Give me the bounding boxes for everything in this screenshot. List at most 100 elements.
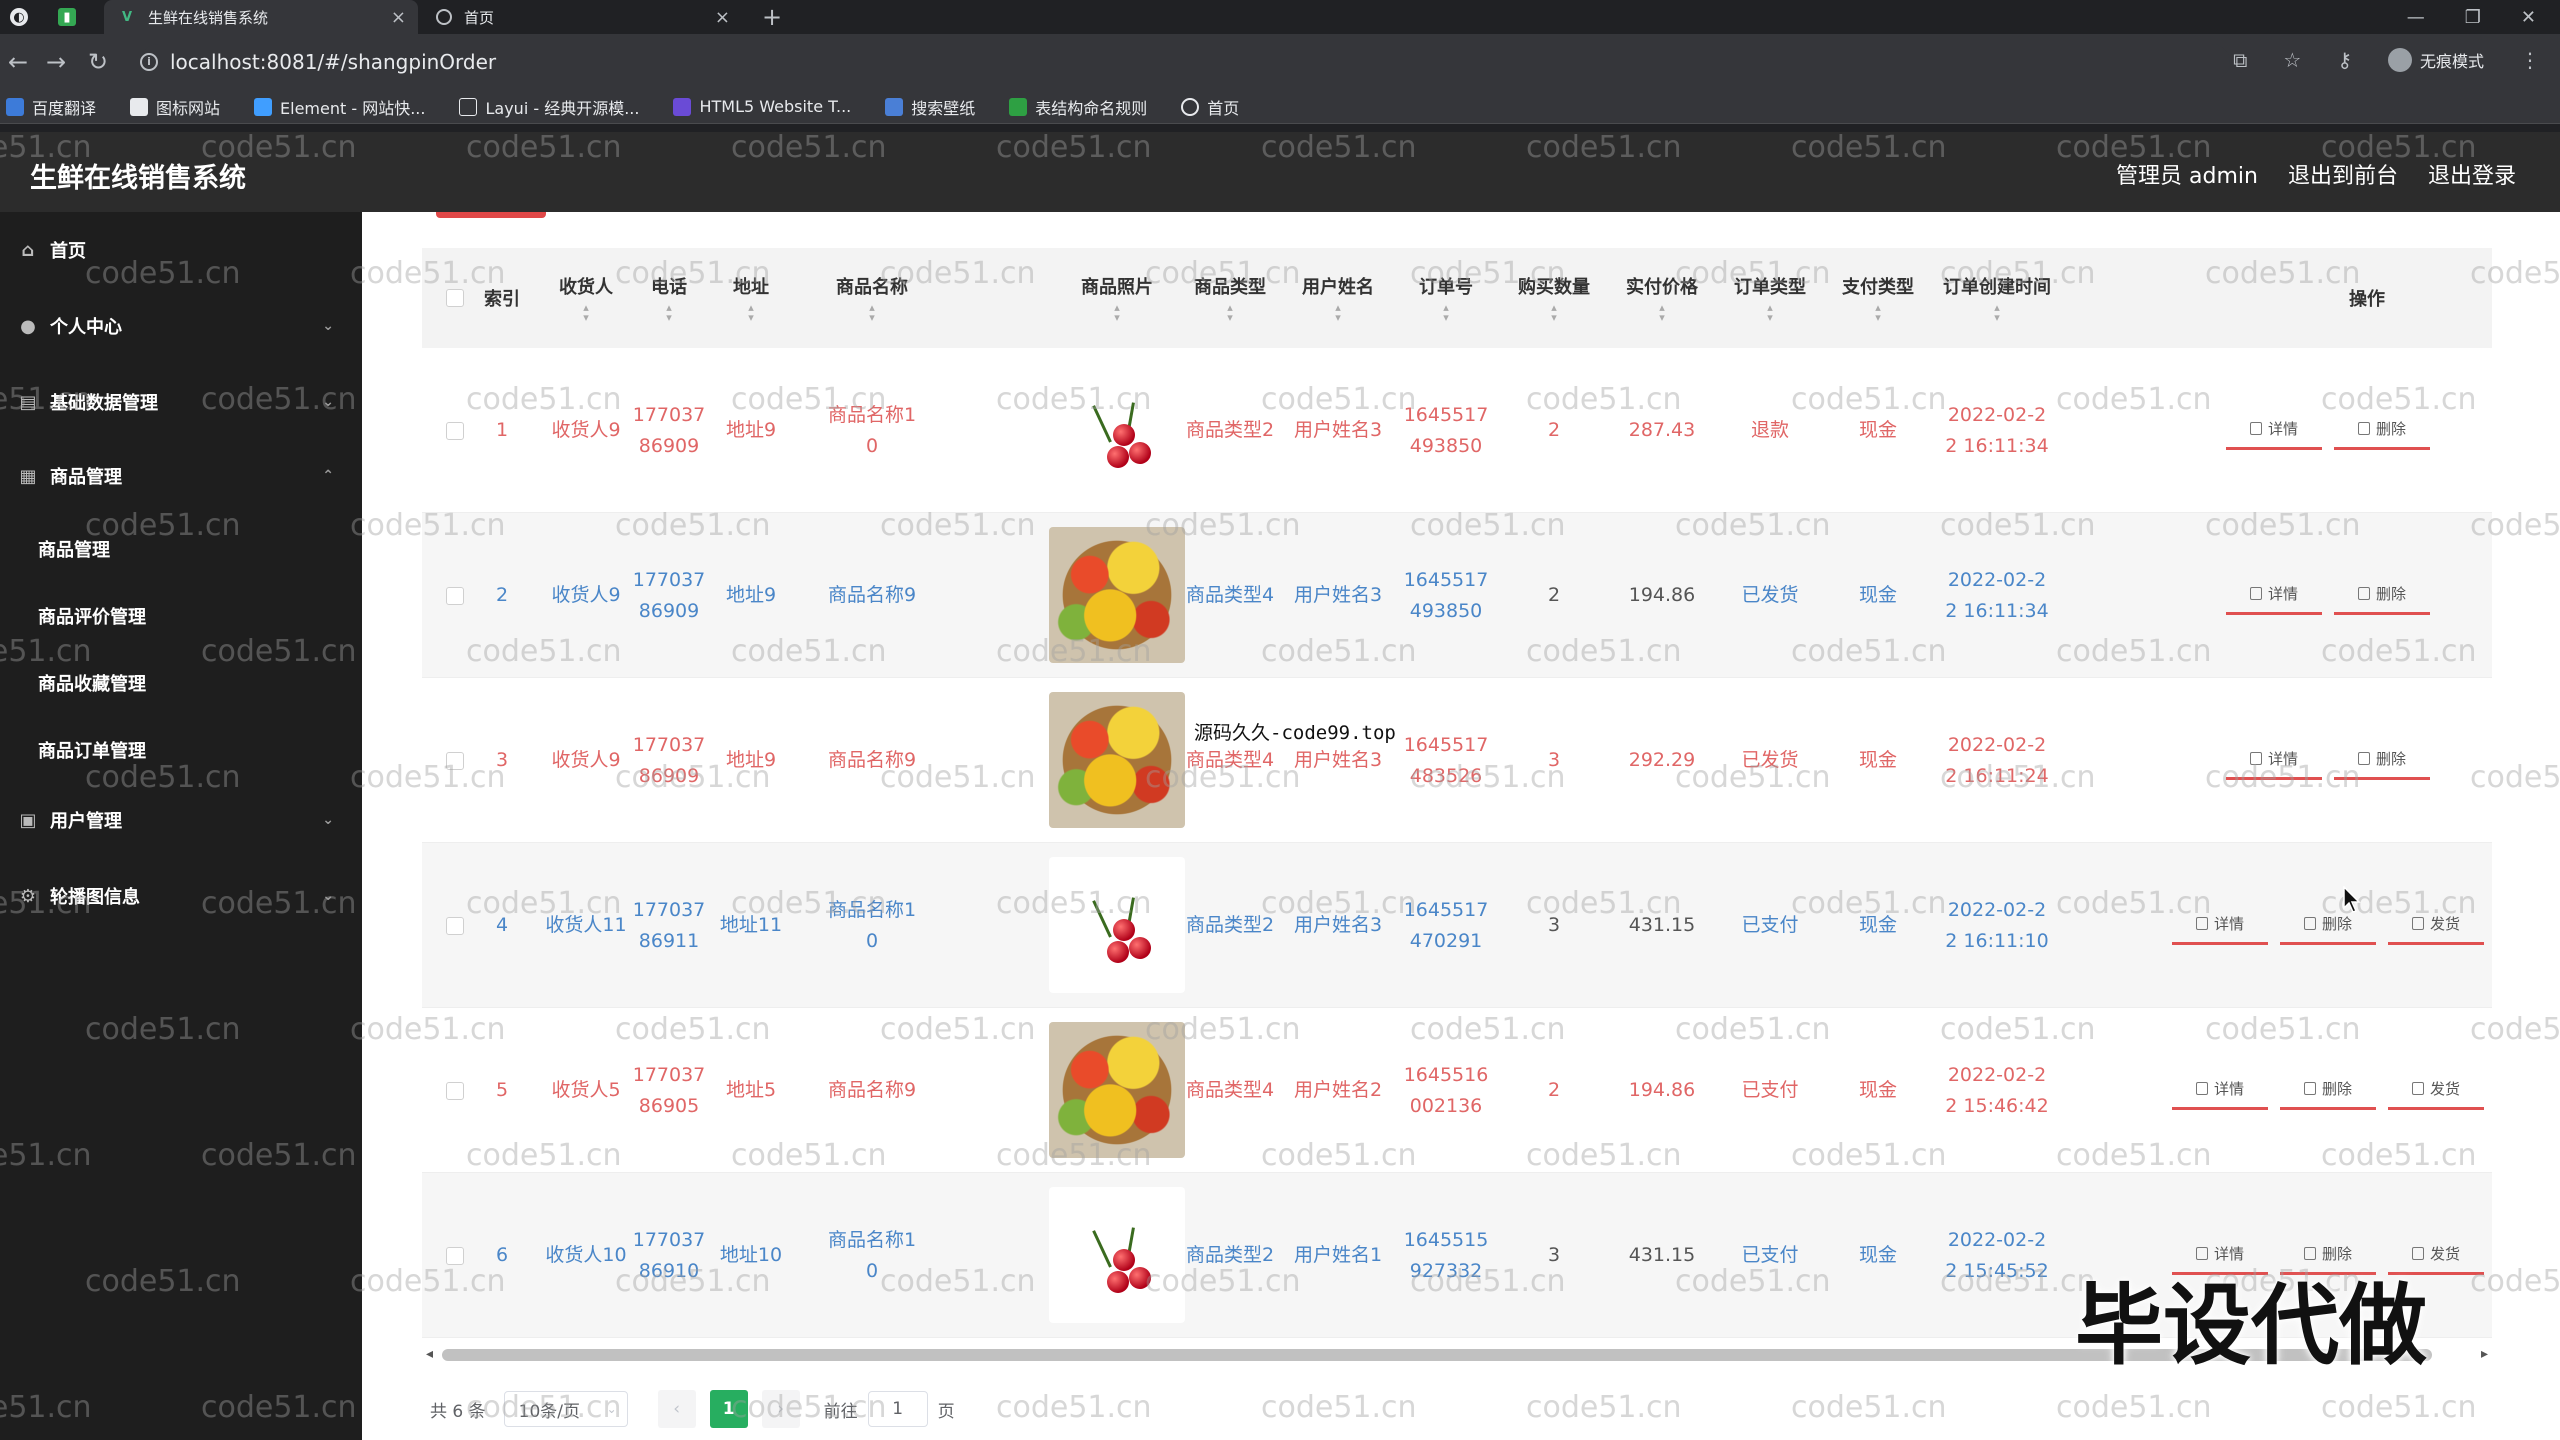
back-to-frontend-link[interactable]: 退出到前台 bbox=[2288, 158, 2398, 190]
column-header-pay[interactable]: 支付类型 ▴ ▾ bbox=[1830, 248, 1926, 348]
browser-menu-icon[interactable]: ◐ bbox=[10, 0, 50, 34]
sort-caret-icon[interactable]: ▴ ▾ bbox=[666, 302, 672, 323]
cell-user: 用户姓名3 bbox=[1293, 914, 1383, 936]
column-header-user[interactable]: 用户姓名 ▴ ▾ bbox=[1290, 248, 1386, 348]
tab-group-icon[interactable]: ▮ bbox=[58, 0, 98, 34]
forward-icon[interactable]: → bbox=[46, 48, 66, 76]
sidebar-subitem-favorites[interactable]: 商品收藏管理 bbox=[38, 670, 146, 696]
row-checkbox[interactable] bbox=[446, 422, 464, 440]
column-header-created[interactable]: 订单创建时间 ▴ ▾ bbox=[1942, 248, 2052, 348]
sort-caret-icon[interactable]: ▴ ▾ bbox=[1659, 302, 1665, 323]
sort-caret-icon[interactable]: ▴ ▾ bbox=[1767, 302, 1773, 323]
sidebar-item-profile[interactable]: ● 个人中心 ⌄ bbox=[0, 296, 362, 356]
product-photo[interactable] bbox=[1049, 1187, 1185, 1323]
close-window-icon[interactable]: ✕ bbox=[2521, 7, 2536, 28]
close-tab-icon[interactable]: × bbox=[715, 7, 730, 28]
product-photo[interactable] bbox=[1049, 857, 1185, 993]
sort-caret-icon[interactable]: ▴ ▾ bbox=[1875, 302, 1881, 323]
bookmark-item[interactable]: 百度翻译 bbox=[6, 95, 96, 119]
goto-page-input[interactable]: 1 bbox=[867, 1391, 928, 1427]
select-all-checkbox[interactable] bbox=[446, 289, 464, 307]
key-icon[interactable]: ⚷ bbox=[2337, 48, 2352, 72]
product-photo[interactable] bbox=[1049, 1022, 1185, 1158]
bookmark-item[interactable]: 图标网站 bbox=[130, 95, 220, 119]
product-photo[interactable] bbox=[1049, 362, 1185, 498]
cell-address: 地址9 bbox=[725, 584, 777, 606]
scroll-left-icon[interactable]: ◂ bbox=[426, 1346, 433, 1362]
detail-button[interactable]: 详情 bbox=[2172, 905, 2268, 945]
sidebar-item-carousel[interactable]: ⚙ 轮播图信息 ⌄ bbox=[0, 866, 362, 926]
row-checkbox[interactable] bbox=[446, 752, 464, 770]
ship-button[interactable]: 发货 bbox=[2388, 905, 2484, 945]
scroll-right-icon[interactable]: ▸ bbox=[2481, 1346, 2488, 1362]
column-header-address[interactable]: 地址 ▴ ▾ bbox=[712, 248, 790, 348]
sidebar-subitem-reviews[interactable]: 商品评价管理 bbox=[38, 603, 146, 629]
row-checkbox[interactable] bbox=[446, 1247, 464, 1265]
sort-caret-icon[interactable]: ▴ ▾ bbox=[748, 302, 754, 323]
product-photo[interactable] bbox=[1049, 692, 1185, 828]
sort-caret-icon[interactable]: ▴ ▾ bbox=[1227, 302, 1233, 323]
bookmark-item[interactable]: Layui - 经典开源模... bbox=[459, 95, 639, 119]
minimize-icon[interactable]: — bbox=[2407, 7, 2425, 28]
sort-caret-icon[interactable]: ▴ ▾ bbox=[1994, 302, 2000, 323]
bookmark-item[interactable]: 搜索壁纸 bbox=[885, 95, 975, 119]
sidebar-item-products[interactable]: ▦ 商品管理 ⌃ bbox=[0, 446, 362, 506]
row-checkbox[interactable] bbox=[446, 917, 464, 935]
detail-button[interactable]: 详情 bbox=[2172, 1070, 2268, 1110]
new-tab-icon[interactable]: + bbox=[762, 0, 792, 34]
kebab-menu-icon[interactable]: ⋮ bbox=[2520, 48, 2540, 72]
reload-icon[interactable]: ↻ bbox=[88, 48, 108, 76]
page-size-select[interactable]: 10条/页 ⌄ bbox=[503, 1391, 628, 1427]
column-header-order_no[interactable]: 订单号 ▴ ▾ bbox=[1398, 248, 1494, 348]
sort-caret-icon[interactable]: ▴ ▾ bbox=[869, 302, 875, 323]
sidebar-subitem-orders[interactable]: 商品订单管理 bbox=[38, 737, 146, 763]
page-number-current[interactable]: 1 bbox=[709, 1390, 748, 1428]
column-header-qty[interactable]: 购买数量 ▴ ▾ bbox=[1506, 248, 1602, 348]
close-tab-icon[interactable]: × bbox=[391, 7, 406, 28]
prev-page-button[interactable]: ‹ bbox=[657, 1390, 696, 1428]
column-header-receiver[interactable]: 收货人 ▴ ▾ bbox=[538, 248, 634, 348]
site-info-icon[interactable]: i bbox=[140, 53, 158, 71]
product-photo[interactable] bbox=[1049, 527, 1185, 663]
sidebar-item-base-data[interactable]: ▤ 基础数据管理 ⌄ bbox=[0, 372, 362, 432]
bookmark-item[interactable]: Element - 网站快... bbox=[254, 95, 425, 119]
detail-button[interactable]: 详情 bbox=[2226, 575, 2322, 615]
sort-caret-icon[interactable]: ▴ ▾ bbox=[583, 302, 589, 323]
column-header-product[interactable]: 商品名称 ▴ ▾ bbox=[822, 248, 922, 348]
incognito-badge[interactable]: 无痕模式 bbox=[2387, 48, 2484, 72]
column-header-type[interactable]: 商品类型 ▴ ▾ bbox=[1182, 248, 1278, 348]
sidebar-item-users[interactable]: ▣ 用户管理 ⌄ bbox=[0, 790, 362, 850]
sidebar-subitem-products[interactable]: 商品管理 bbox=[38, 536, 110, 562]
next-page-button[interactable]: › bbox=[761, 1390, 800, 1428]
row-checkbox[interactable] bbox=[446, 1082, 464, 1100]
tab-active[interactable]: V 生鲜在线销售系统 × bbox=[104, 0, 418, 34]
ship-button[interactable]: 发货 bbox=[2388, 1070, 2484, 1110]
document-icon bbox=[2249, 752, 2262, 765]
delete-button[interactable]: 删除 bbox=[2334, 740, 2430, 780]
bookmark-star-icon[interactable]: ☆ bbox=[2283, 48, 2301, 72]
column-header-order_type[interactable]: 订单类型 ▴ ▾ bbox=[1722, 248, 1818, 348]
detail-button[interactable]: 详情 bbox=[2226, 740, 2322, 780]
sidebar-item-home[interactable]: ⌂ 首页 bbox=[0, 220, 362, 280]
delete-button[interactable]: 删除 bbox=[2280, 1070, 2376, 1110]
sort-caret-icon[interactable]: ▴ ▾ bbox=[1335, 302, 1341, 323]
url-input[interactable]: i localhost:8081/#/shangpinOrder bbox=[140, 44, 2230, 80]
delete-button[interactable]: 删除 bbox=[2334, 410, 2430, 450]
column-header-phone[interactable]: 电话 ▴ ▾ bbox=[628, 248, 710, 348]
sort-caret-icon[interactable]: ▴ ▾ bbox=[1443, 302, 1449, 323]
column-header-photo[interactable]: 商品照片 ▴ ▾ bbox=[1042, 248, 1192, 348]
tab-home[interactable]: 首页 × bbox=[428, 0, 742, 34]
back-icon[interactable]: ← bbox=[8, 48, 28, 76]
bookmark-item[interactable]: 首页 bbox=[1181, 95, 1239, 119]
delete-button[interactable]: 删除 bbox=[2334, 575, 2430, 615]
bookmark-item[interactable]: HTML5 Website T... bbox=[673, 97, 851, 116]
bookmark-item[interactable]: 表结构命名规则 bbox=[1009, 95, 1147, 119]
logout-link[interactable]: 退出登录 bbox=[2428, 158, 2516, 190]
translate-icon[interactable]: ⧉ bbox=[2233, 48, 2247, 72]
row-checkbox[interactable] bbox=[446, 587, 464, 605]
restore-icon[interactable]: ❐ bbox=[2465, 7, 2481, 28]
sort-caret-icon[interactable]: ▴ ▾ bbox=[1114, 302, 1120, 323]
detail-button[interactable]: 详情 bbox=[2226, 410, 2322, 450]
sort-caret-icon[interactable]: ▴ ▾ bbox=[1551, 302, 1557, 323]
column-header-price[interactable]: 实付价格 ▴ ▾ bbox=[1614, 248, 1710, 348]
